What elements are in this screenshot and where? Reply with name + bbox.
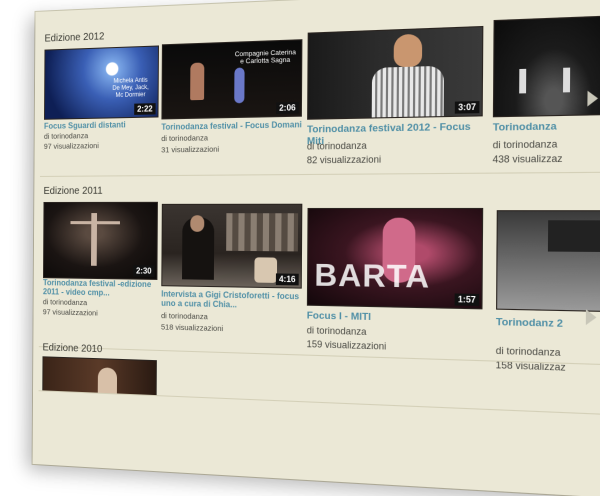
dancer-figure bbox=[234, 67, 245, 104]
video-title-link[interactable]: Torinodanza bbox=[493, 119, 600, 134]
video-title-link[interactable]: Torinodanz 2 bbox=[496, 316, 600, 331]
video-thumbnail[interactable]: Compagnie Caterina e Carlotta Sagna 2:06 bbox=[161, 39, 303, 120]
presenter-shirt bbox=[371, 65, 445, 118]
dancer-figure bbox=[519, 68, 527, 94]
dancer-figure bbox=[562, 67, 571, 93]
video-author: di torinodanza bbox=[495, 345, 561, 359]
video-thumbnail[interactable]: BARTA 1:57 bbox=[306, 207, 484, 310]
video-author: di torinodanza bbox=[161, 133, 208, 144]
presenter-face bbox=[393, 33, 423, 68]
stage: Edizione 2012 Michela Antis De Mey, Jack… bbox=[0, 0, 600, 496]
thumbnail-caption: Compagnie Caterina e Carlotta Sagna bbox=[234, 48, 296, 66]
video-duration: 2:30 bbox=[133, 265, 155, 277]
video-thumbnail[interactable]: Michela Antis De Mey, Jack, Mc Dormier 2… bbox=[44, 45, 159, 120]
video-author: di torinodanza bbox=[161, 310, 208, 322]
video-views: 518 visualizzazioni bbox=[160, 322, 224, 334]
dancer-figure bbox=[190, 62, 205, 101]
video-title-link[interactable]: Intervista a Gigi Cristoforetti - focus … bbox=[161, 289, 303, 311]
background-scene bbox=[226, 213, 299, 252]
chair bbox=[254, 257, 278, 283]
video-duration: 2:22 bbox=[134, 103, 156, 115]
interviewee-face bbox=[190, 215, 205, 232]
video-title-link[interactable]: Focus Sguardi distanti bbox=[44, 120, 159, 131]
section-title-2012: Edizione 2012 bbox=[44, 31, 105, 45]
video-title-link[interactable]: Torinodanza festival -edizione 2011 - vi… bbox=[43, 278, 159, 298]
video-views: 97 visualizzazioni bbox=[42, 307, 98, 318]
video-duration: 4:16 bbox=[275, 273, 299, 286]
section-divider bbox=[38, 390, 600, 416]
video-views: 159 visualizzazioni bbox=[306, 338, 387, 352]
video-thumbnail[interactable]: 4:16 bbox=[161, 203, 303, 289]
video-author: di torinodanza bbox=[43, 131, 89, 141]
thumbnail-caption: Michela Antis De Mey, Jack, Mc Dormier bbox=[112, 77, 149, 99]
video-views: 438 visualizzaz bbox=[492, 152, 563, 165]
section-title-2010: Edizione 2010 bbox=[42, 342, 103, 356]
section-divider bbox=[39, 171, 600, 177]
video-views: 82 visualizzazioni bbox=[306, 153, 382, 166]
video-author: di torinodanza bbox=[306, 324, 367, 338]
video-views: 97 visualizzazioni bbox=[43, 141, 99, 151]
video-thumbnail[interactable] bbox=[492, 15, 600, 118]
video-duration: 1:57 bbox=[454, 293, 480, 307]
logo-sign bbox=[547, 220, 600, 253]
video-channel-panel: Edizione 2012 Michela Antis De Mey, Jack… bbox=[32, 0, 600, 496]
section-title-2011: Edizione 2011 bbox=[43, 185, 103, 197]
video-thumbnail[interactable]: 2:30 bbox=[43, 201, 158, 280]
video-author: di torinodanza bbox=[492, 138, 558, 151]
video-views: 31 visualizzazioni bbox=[161, 144, 220, 155]
chevron-right-icon[interactable] bbox=[587, 90, 599, 107]
thumbnail-caption: BARTA bbox=[314, 257, 431, 296]
video-thumbnail[interactable]: 3:07 bbox=[307, 25, 484, 120]
video-thumbnail[interactable] bbox=[496, 210, 600, 313]
video-duration: 3:07 bbox=[454, 101, 480, 114]
performer-figure bbox=[97, 367, 118, 395]
dancer-arms bbox=[70, 221, 120, 225]
video-title-link[interactable]: Torinodanza festival - Focus Domani bbox=[161, 120, 303, 132]
video-author: di torinodanza bbox=[306, 140, 367, 152]
video-duration: 2:06 bbox=[275, 101, 299, 115]
chevron-right-icon[interactable] bbox=[585, 309, 597, 326]
